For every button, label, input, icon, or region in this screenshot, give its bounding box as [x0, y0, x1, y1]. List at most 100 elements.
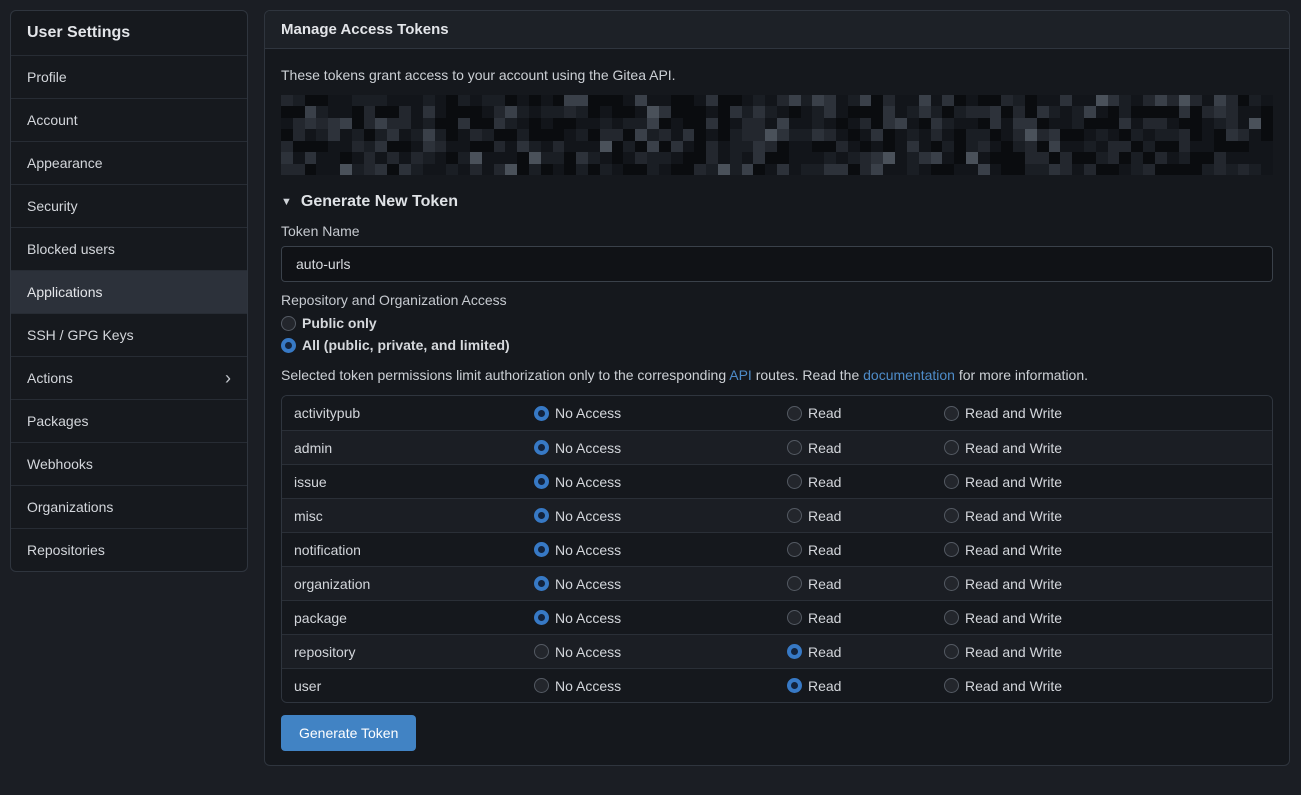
scope-notification-read_write[interactable]: Read and Write — [942, 542, 1062, 558]
scope-organization-read[interactable]: Read — [785, 576, 841, 592]
scope-package-no_access[interactable]: No Access — [532, 610, 621, 626]
sidebar-item-label: Applications — [27, 284, 103, 300]
token-name-input[interactable] — [281, 246, 1273, 282]
radio-selected-icon — [534, 474, 549, 489]
radio-unselected-icon — [944, 440, 959, 455]
scope-organization-no_access[interactable]: No Access — [532, 576, 621, 592]
radio-option-label: No Access — [555, 644, 621, 660]
radio-selected-icon — [787, 678, 802, 693]
radio-option-label: Read — [808, 508, 841, 524]
radio-unselected-icon — [787, 576, 802, 591]
sidebar-item-label: Repositories — [27, 542, 105, 558]
access-options: Public only All (public, private, and lim… — [281, 315, 1273, 353]
sidebar-item-label: SSH / GPG Keys — [27, 327, 134, 343]
scope-row-repository: repositoryNo AccessReadRead and Write — [282, 634, 1272, 668]
radio-option-label: No Access — [555, 405, 621, 421]
scope-row-admin: adminNo Access Read Read and Write — [282, 430, 1272, 464]
sidebar-item-appearance[interactable]: Appearance — [11, 141, 247, 184]
sidebar-item-security[interactable]: Security — [11, 184, 247, 227]
radio-option-label: All (public, private, and limited) — [302, 337, 510, 353]
token-name-label: Token Name — [281, 223, 1273, 239]
scope-name: notification — [282, 542, 532, 558]
scope-activitypub-read_write[interactable]: Read and Write — [942, 405, 1062, 421]
scope-organization-read_write[interactable]: Read and Write — [942, 576, 1062, 592]
radio-unselected-icon — [944, 644, 959, 659]
radio-option-label: Read — [808, 542, 841, 558]
access-option-all-public-private-and-limited[interactable]: All (public, private, and limited) — [281, 337, 510, 353]
generate-token-summary[interactable]: ▼ Generate New Token — [281, 193, 1273, 211]
radio-option-label: Read — [808, 610, 841, 626]
scope-activitypub-no_access[interactable]: No Access — [532, 405, 621, 421]
scope-issue-read[interactable]: Read — [785, 474, 841, 490]
scope-misc-read_write[interactable]: Read and Write — [942, 508, 1062, 524]
scope-row-activitypub: activitypub No Access Read Read and Write — [282, 396, 1272, 430]
sidebar-item-label: Organizations — [27, 499, 113, 515]
scope-repository-read_write[interactable]: Read and Write — [942, 644, 1062, 660]
scope-user-read[interactable]: Read — [785, 678, 841, 694]
scope-user-no_access[interactable]: No Access — [532, 678, 621, 694]
sidebar-item-applications[interactable]: Applications — [11, 270, 247, 313]
radio-selected-icon — [281, 338, 296, 353]
radio-unselected-icon — [944, 474, 959, 489]
radio-option-label: No Access — [555, 678, 621, 694]
radio-selected-icon — [534, 508, 549, 523]
sidebar-item-repositories[interactable]: Repositories — [11, 528, 247, 571]
radio-option-label: Read and Write — [965, 440, 1062, 456]
radio-unselected-icon — [944, 610, 959, 625]
scope-admin-no_access[interactable]: No Access — [532, 440, 621, 456]
scope-package-read[interactable]: Read — [785, 610, 841, 626]
scope-issue-no_access[interactable]: No Access — [532, 474, 621, 490]
panel-body: These tokens grant access to your accoun… — [265, 49, 1289, 765]
radio-unselected-icon — [787, 406, 802, 421]
radio-unselected-icon — [787, 508, 802, 523]
radio-selected-icon — [534, 406, 549, 421]
radio-selected-icon — [534, 542, 549, 557]
scope-row-user: userNo AccessReadRead and Write — [282, 668, 1272, 702]
documentation-link[interactable]: documentation — [863, 367, 955, 383]
radio-selected-icon — [787, 644, 802, 659]
sidebar-item-account[interactable]: Account — [11, 98, 247, 141]
scope-package-read_write[interactable]: Read and Write — [942, 610, 1062, 626]
access-option-public-only[interactable]: Public only — [281, 315, 377, 331]
radio-option-label: No Access — [555, 508, 621, 524]
chevron-right-icon: › — [225, 369, 231, 387]
scope-name: issue — [282, 474, 532, 490]
scope-misc-read[interactable]: Read — [785, 508, 841, 524]
sidebar-item-blocked-users[interactable]: Blocked users — [11, 227, 247, 270]
scope-admin-read_write[interactable]: Read and Write — [942, 440, 1062, 456]
radio-option-label: Read and Write — [965, 405, 1062, 421]
sidebar-item-packages[interactable]: Packages — [11, 399, 247, 442]
sidebar-item-webhooks[interactable]: Webhooks — [11, 442, 247, 485]
scope-row-notification: notificationNo Access Read Read and Write — [282, 532, 1272, 566]
scope-repository-read[interactable]: Read — [785, 644, 841, 660]
scope-name: admin — [282, 440, 532, 456]
settings-page: User Settings ProfileAccountAppearanceSe… — [0, 0, 1301, 766]
radio-unselected-icon — [944, 542, 959, 557]
panel-title: Manage Access Tokens — [265, 11, 1289, 49]
scope-notification-read[interactable]: Read — [785, 542, 841, 558]
radio-option-label: Read and Write — [965, 678, 1062, 694]
sidebar-item-label: Blocked users — [27, 241, 115, 257]
radio-unselected-icon — [534, 644, 549, 659]
scope-activitypub-read[interactable]: Read — [785, 405, 841, 421]
sidebar-item-profile[interactable]: Profile — [11, 55, 247, 98]
radio-option-label: Read and Write — [965, 542, 1062, 558]
api-link[interactable]: API — [729, 367, 752, 383]
scope-name: activitypub — [282, 405, 532, 421]
sidebar-item-label: Account — [27, 112, 78, 128]
scope-user-read_write[interactable]: Read and Write — [942, 678, 1062, 694]
scope-repository-no_access[interactable]: No Access — [532, 644, 621, 660]
note-text-3: for more information. — [955, 367, 1088, 383]
scope-notification-no_access[interactable]: No Access — [532, 542, 621, 558]
radio-option-label: Read — [808, 678, 841, 694]
scope-issue-read_write[interactable]: Read and Write — [942, 474, 1062, 490]
sidebar-item-ssh-gpg-keys[interactable]: SSH / GPG Keys — [11, 313, 247, 356]
sidebar-menu-items: Profile Account AppearanceSecurity Blocked … — [11, 55, 247, 571]
scope-misc-no_access[interactable]: No Access — [532, 508, 621, 524]
sidebar-item-organizations[interactable]: Organizations — [11, 485, 247, 528]
radio-selected-icon — [534, 576, 549, 591]
scope-admin-read[interactable]: Read — [785, 440, 841, 456]
generate-token-button[interactable]: Generate Token — [281, 715, 416, 751]
sidebar-item-actions[interactable]: Actions› — [11, 356, 247, 399]
radio-option-label: No Access — [555, 474, 621, 490]
